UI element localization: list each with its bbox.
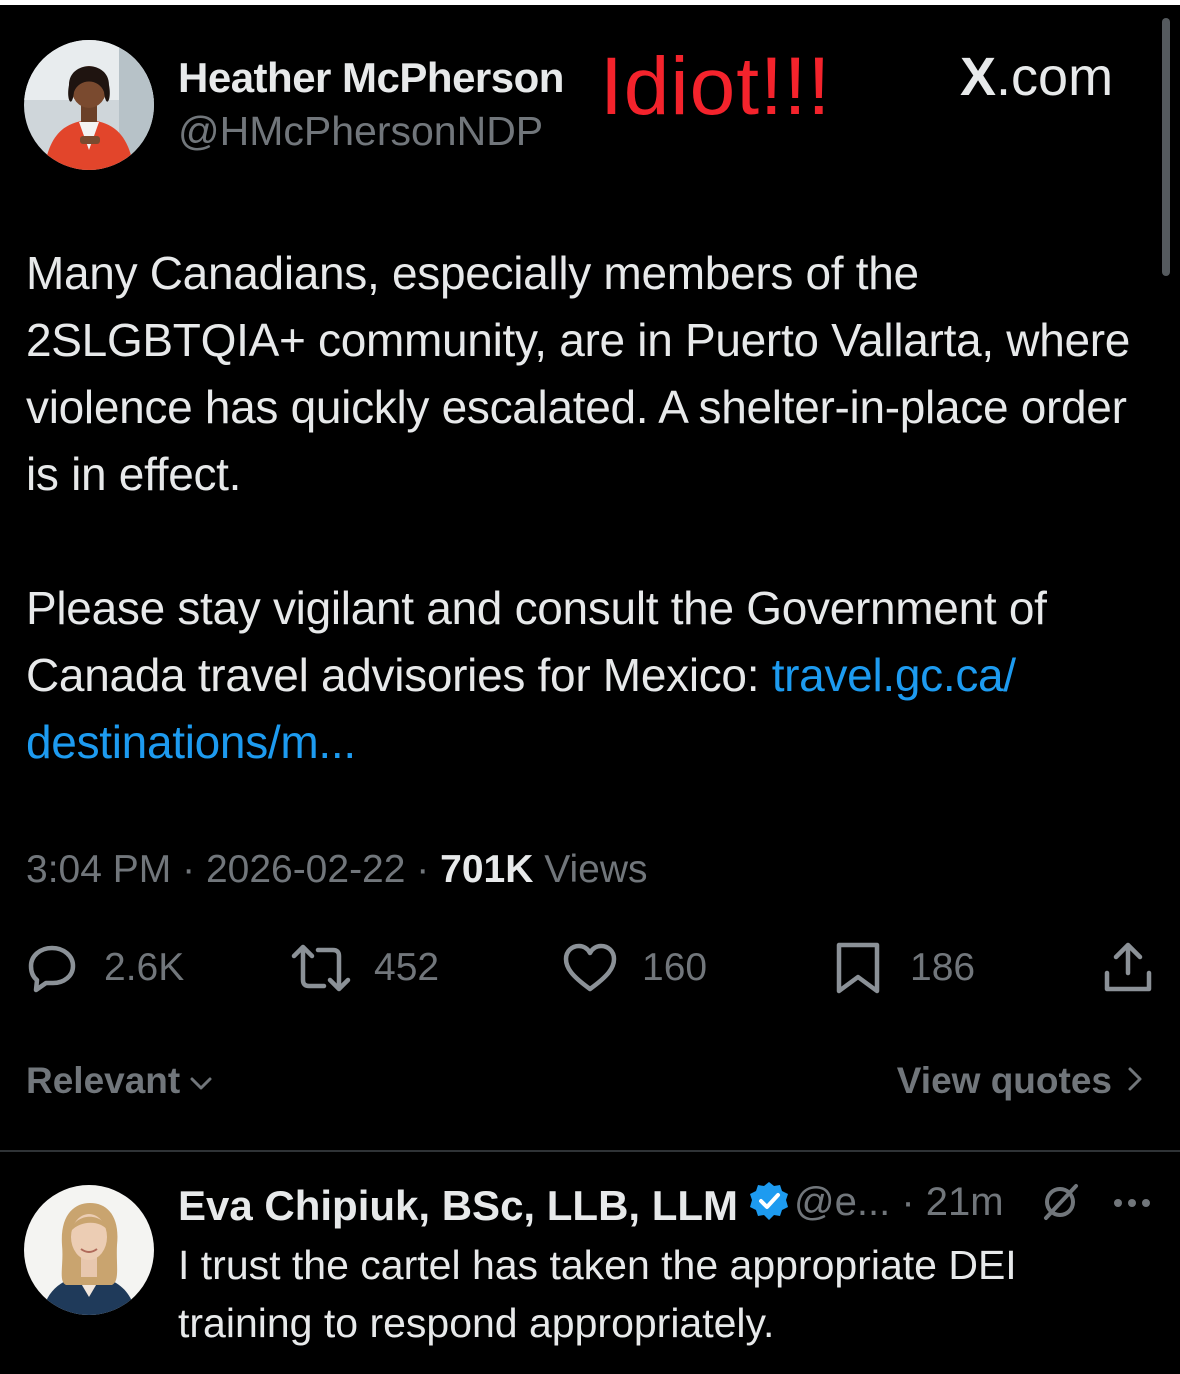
- source-label: X.com: [960, 50, 1113, 104]
- sort-label: Relevant: [26, 1060, 181, 1101]
- like-count: 160: [642, 946, 708, 989]
- x-logo-icon: X: [960, 47, 997, 107]
- post-meta: 3:04 PM · 2026-02-22 · 701K Views: [26, 848, 648, 892]
- post-date[interactable]: 2026-02-22: [206, 848, 406, 891]
- reply-author[interactable]: Eva Chipiuk, BSc, LLB, LLM: [178, 1180, 790, 1232]
- reply-time[interactable]: 21m: [926, 1180, 1004, 1224]
- reply-handle[interactable]: @e...: [794, 1180, 890, 1224]
- bookmark-icon: [834, 941, 882, 995]
- post-paragraph-2: Please stay vigilant and consult the Gov…: [26, 575, 1166, 776]
- chevron-right-icon: [1126, 1060, 1144, 1102]
- views-label: Views: [544, 848, 648, 891]
- post-text: Many Canadians, especially members of th…: [26, 240, 1166, 776]
- bookmark-button[interactable]: 186: [834, 938, 975, 998]
- meta-separator: ·: [182, 848, 196, 891]
- reply-actions: [1038, 1180, 1152, 1229]
- post-paragraph-1: Many Canadians, especially members of th…: [26, 247, 1131, 500]
- post-time[interactable]: 3:04 PM: [26, 848, 171, 891]
- source-domain: .com: [996, 47, 1114, 107]
- chevron-down-icon: [188, 1060, 214, 1102]
- divider: [0, 1150, 1180, 1152]
- sort-dropdown[interactable]: Relevant: [26, 1060, 214, 1102]
- author-handle[interactable]: @HMcPhersonNDP: [178, 108, 543, 155]
- more-icon[interactable]: [1112, 1196, 1152, 1214]
- reply-separator: ·: [901, 1180, 915, 1224]
- share-button[interactable]: [1102, 938, 1154, 998]
- view-quotes-label: View quotes: [896, 1060, 1112, 1101]
- author-name[interactable]: Heather McPherson: [178, 54, 564, 102]
- reply-button[interactable]: 2.6K: [26, 938, 184, 998]
- view-quotes-link[interactable]: View quotes: [897, 1060, 1144, 1102]
- reply-author-name: Eva Chipiuk, BSc, LLB, LLM: [178, 1182, 739, 1229]
- repost-count: 452: [374, 946, 440, 989]
- reply-count: 2.6K: [104, 946, 185, 989]
- scrollbar[interactable]: [1162, 18, 1170, 276]
- top-border: [0, 0, 1180, 5]
- verified-badge-icon: [748, 1180, 790, 1232]
- reply-author-avatar[interactable]: [24, 1185, 154, 1315]
- share-icon: [1102, 941, 1154, 995]
- overlay-caption: Idiot!!!: [600, 41, 832, 132]
- like-button[interactable]: 160: [562, 938, 707, 998]
- grok-icon[interactable]: [1038, 1180, 1082, 1229]
- like-icon: [562, 942, 618, 994]
- reply-icon: [26, 942, 78, 994]
- author-avatar[interactable]: [24, 40, 154, 170]
- repost-button[interactable]: 452: [290, 938, 439, 998]
- meta-separator: ·: [416, 848, 430, 891]
- reply-meta: @e... · 21m: [794, 1180, 1004, 1225]
- repost-icon: [290, 942, 352, 994]
- reply-text: I trust the cartel has taken the appropr…: [178, 1242, 1017, 1346]
- bookmark-count: 186: [910, 946, 976, 989]
- views-count: 701K: [440, 848, 534, 891]
